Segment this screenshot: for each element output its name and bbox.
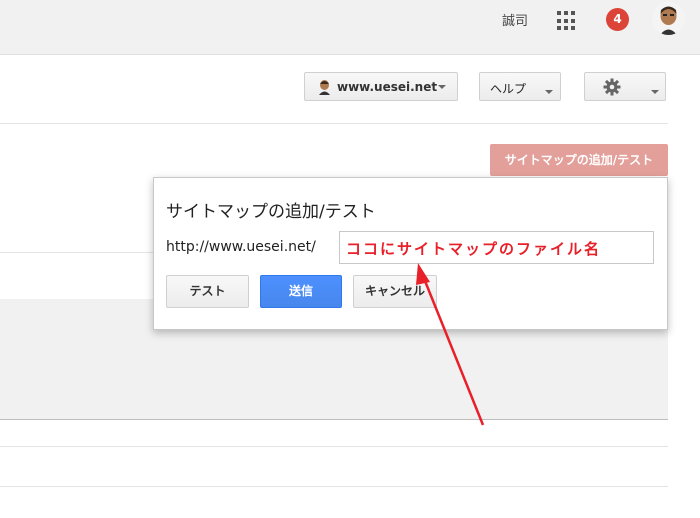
site-avatar-icon xyxy=(319,80,330,95)
table-row-divider xyxy=(0,486,668,487)
top-bar: 誠司 4 xyxy=(0,0,700,55)
site-selector-button[interactable]: www.uesei.net xyxy=(304,72,458,101)
settings-button[interactable] xyxy=(584,72,666,101)
submit-button[interactable]: 送信 xyxy=(260,275,342,308)
divider xyxy=(0,252,153,253)
table-header-divider xyxy=(0,419,668,420)
cancel-button[interactable]: キャンセル xyxy=(353,275,437,308)
apps-grid-icon[interactable] xyxy=(557,11,577,31)
sitemap-url-input[interactable]: ココにサイトマップのファイル名 xyxy=(339,231,654,264)
account-name[interactable]: 誠司 xyxy=(502,10,528,29)
sitemap-url-input-value: ココにサイトマップのファイル名 xyxy=(346,240,602,258)
test-button[interactable]: テスト xyxy=(166,275,249,308)
notification-badge[interactable]: 4 xyxy=(606,8,629,31)
help-dropdown-chevron-down-icon[interactable] xyxy=(545,90,553,94)
site-dropdown-chevron-down-icon[interactable] xyxy=(438,85,446,89)
avatar-face-icon xyxy=(652,2,685,35)
dialog-title: サイトマップの追加/テスト xyxy=(166,202,376,222)
table-row-divider xyxy=(0,446,668,447)
gear-icon xyxy=(603,78,621,96)
settings-dropdown-chevron-down-icon[interactable] xyxy=(651,90,659,94)
add-sitemap-dialog: サイトマップの追加/テスト http://www.uesei.net/ ココにサ… xyxy=(153,177,668,330)
site-selector-label: www.uesei.net xyxy=(337,80,438,94)
add-test-sitemap-button[interactable]: サイトマップの追加/テスト xyxy=(490,144,668,176)
divider xyxy=(0,123,668,124)
account-avatar[interactable] xyxy=(652,2,685,35)
help-button-label: ヘルプ xyxy=(490,82,527,96)
help-button[interactable]: ヘルプ xyxy=(479,72,561,101)
url-prefix-label: http://www.uesei.net/ xyxy=(166,239,316,255)
